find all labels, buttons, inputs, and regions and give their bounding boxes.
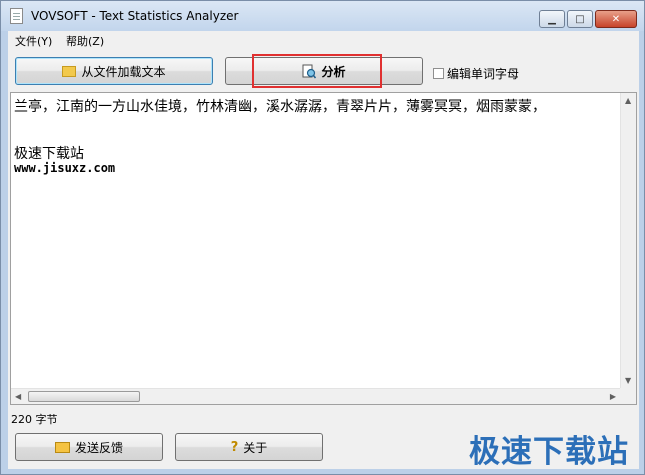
scroll-down-icon[interactable]: ▼: [625, 376, 631, 385]
load-from-file-label: 从文件加载文本: [81, 64, 166, 79]
horizontal-scrollbar[interactable]: ◀ ▶: [11, 388, 620, 404]
editor-line: www.jisuxz.com: [14, 161, 116, 175]
mail-icon: [54, 441, 70, 453]
scroll-up-icon[interactable]: ▲: [625, 96, 631, 105]
maximize-icon: □: [575, 13, 585, 25]
analyze-icon: [302, 64, 317, 78]
editor-line: 极速下载站: [14, 146, 84, 162]
about-button[interactable]: ? 关于: [175, 433, 323, 461]
load-from-file-button[interactable]: 从文件加载文本: [15, 57, 213, 85]
menu-file[interactable]: 文件(Y): [15, 33, 52, 49]
site-watermark: 极速下载站: [469, 434, 629, 470]
about-label: 关于: [243, 440, 268, 455]
help-icon: ?: [230, 439, 239, 455]
scrollbar-corner: [620, 388, 636, 404]
text-editor[interactable]: 兰亭，江南的一方山水佳境，竹林清幽，溪水潺潺，青翠片片，薄雾冥冥，烟雨蒙蒙， 极…: [10, 92, 637, 405]
horizontal-scroll-thumb[interactable]: [28, 391, 140, 402]
document-icon: [10, 8, 23, 24]
vertical-scrollbar[interactable]: ▲ ▼: [620, 93, 636, 388]
maximize-button[interactable]: □: [567, 10, 593, 28]
window-title: VOVSOFT - Text Statistics Analyzer: [31, 9, 239, 23]
minimize-icon: ▁: [548, 13, 556, 25]
send-feedback-label: 发送反馈: [74, 440, 123, 455]
analyze-button[interactable]: 分析: [225, 57, 423, 85]
menu-help[interactable]: 帮助(Z): [66, 33, 104, 49]
app-window: VOVSOFT - Text Statistics Analyzer ▁ □ ✕…: [0, 0, 645, 475]
close-icon: ✕: [611, 13, 621, 25]
byte-count-status: 220 字节: [11, 413, 58, 426]
menu-bar: 文件(Y) 帮助(Z): [8, 31, 639, 49]
checkbox-box[interactable]: [433, 68, 444, 79]
close-button[interactable]: ✕: [595, 10, 637, 28]
analyze-label: 分析: [321, 64, 346, 79]
scroll-left-icon[interactable]: ◀: [15, 392, 21, 401]
folder-icon: [62, 65, 77, 77]
title-bar[interactable]: VOVSOFT - Text Statistics Analyzer ▁ □ ✕: [1, 1, 644, 31]
scroll-right-icon[interactable]: ▶: [610, 392, 616, 401]
edit-word-letters-checkbox[interactable]: 编辑单词字母: [433, 65, 519, 82]
client-area: 文件(Y) 帮助(Z) 从文件加载文本 分析 编辑单词字母 兰亭，江南的一方山水…: [8, 31, 639, 469]
edit-word-letters-label: 编辑单词字母: [447, 67, 520, 81]
send-feedback-button[interactable]: 发送反馈: [15, 433, 163, 461]
minimize-button[interactable]: ▁: [539, 10, 565, 28]
editor-line: 兰亭，江南的一方山水佳境，竹林清幽，溪水潺潺，青翠片片，薄雾冥冥，烟雨蒙蒙，: [14, 99, 546, 115]
